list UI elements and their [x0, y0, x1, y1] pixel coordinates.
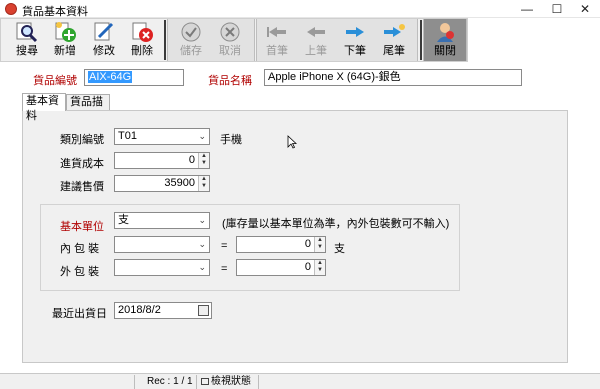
add-icon	[55, 22, 76, 42]
equals-sign: =	[221, 263, 228, 275]
checkmark-icon	[181, 22, 201, 42]
toolbar: 搜尋 新增 修改 刪除 儲存 取消 首筆 上筆 下筆 尾筆 關閉	[0, 18, 468, 62]
spin-arrows-icon[interactable]: ▲ ▼	[198, 153, 209, 168]
edit-icon	[94, 22, 114, 41]
inner-pack-qty[interactable]: 0 ▲ ▼	[236, 236, 326, 253]
first-arrow-icon	[267, 27, 286, 37]
cancel-button[interactable]: 取消	[212, 20, 248, 60]
code-field[interactable]: AIX-64G	[84, 69, 184, 86]
code-value: AIX-64G	[88, 71, 133, 83]
search-button[interactable]: 搜尋	[9, 20, 45, 60]
toolbar-separator	[164, 20, 166, 60]
name-field[interactable]: Apple iPhone X (64G)-銀色	[264, 69, 522, 86]
delete-icon	[132, 22, 153, 42]
save-button[interactable]: 儲存	[173, 20, 209, 60]
edit-button[interactable]: 修改	[86, 20, 122, 60]
app-icon	[5, 3, 17, 15]
chevron-down-icon: ⌄	[198, 215, 206, 225]
price-stepper[interactable]: 35900 ▲ ▼	[114, 175, 210, 192]
last-record-button[interactable]: 尾筆	[376, 20, 412, 60]
calendar-icon[interactable]	[198, 305, 209, 316]
chevron-down-icon: ⌄	[198, 131, 206, 141]
category-label: 類別編號	[60, 134, 104, 146]
category-select[interactable]: T01 ⌄	[114, 128, 210, 145]
last-ship-date-picker[interactable]: 2018/8/2	[114, 302, 212, 319]
unit-note: (庫存量以基本單位為準，內外包裝數可不輸入)	[222, 218, 450, 230]
search-icon	[16, 22, 38, 43]
tab-basic-info[interactable]: 基本資料	[22, 93, 66, 122]
next-record-button[interactable]: 下筆	[337, 20, 373, 60]
outer-pack-label: 外 包 裝	[60, 266, 100, 278]
add-button[interactable]: 新增	[47, 20, 83, 60]
chevron-down-icon: ⌄	[198, 262, 206, 272]
last-arrow-icon	[384, 24, 405, 37]
mouse-cursor-icon	[287, 135, 297, 149]
price-label: 建議售價	[60, 181, 104, 193]
spin-arrows-icon[interactable]: ▲ ▼	[198, 176, 209, 191]
window-title: 貨品基本資料	[22, 6, 88, 18]
inner-pack-select[interactable]: ⌄	[114, 236, 210, 253]
last-ship-date-label: 最近出貨日	[52, 308, 107, 320]
close-form-button[interactable]: 關閉	[427, 20, 463, 60]
cancel-icon	[220, 22, 240, 42]
outer-pack-select[interactable]: ⌄	[114, 259, 210, 276]
name-label: 貨品名稱	[208, 75, 252, 87]
tab-description[interactable]: 貨品描述	[66, 94, 110, 123]
title-bar: 貨品基本資料 — ☐ ✕	[0, 0, 600, 18]
unit-label: 基本單位	[60, 221, 104, 233]
unit-select[interactable]: 支 ⌄	[114, 212, 210, 229]
cost-label: 進貨成本	[60, 158, 104, 170]
prev-record-button[interactable]: 上筆	[298, 20, 334, 60]
maximize-button[interactable]: ☐	[542, 0, 572, 18]
outer-pack-qty[interactable]: 0 ▲ ▼	[236, 259, 326, 276]
status-divider	[258, 375, 259, 389]
inner-pack-label: 內 包 裝	[60, 243, 100, 255]
toolbar-separator	[420, 20, 422, 60]
next-arrow-icon	[346, 27, 364, 37]
exit-icon	[437, 23, 454, 42]
delete-button[interactable]: 刪除	[124, 20, 160, 60]
chevron-down-icon: ⌄	[198, 239, 206, 249]
cost-stepper[interactable]: 0 ▲ ▼	[114, 152, 210, 169]
minimize-button[interactable]: —	[512, 0, 542, 18]
view-mode-icon	[201, 378, 209, 385]
spin-arrows-icon[interactable]: ▲ ▼	[314, 260, 325, 275]
record-counter: Rec : 1 / 1	[134, 375, 194, 389]
mode-indicator: 檢視狀態	[196, 375, 256, 389]
category-name: 手機	[220, 134, 242, 146]
inner-pack-unit: 支	[334, 243, 345, 255]
prev-arrow-icon	[307, 27, 325, 37]
close-window-button[interactable]: ✕	[570, 0, 600, 18]
code-label: 貨品編號	[33, 75, 77, 87]
equals-sign: =	[221, 240, 228, 252]
status-bar: Rec : 1 / 1 檢視狀態	[0, 373, 600, 389]
spin-arrows-icon[interactable]: ▲ ▼	[314, 237, 325, 252]
first-record-button[interactable]: 首筆	[259, 20, 295, 60]
